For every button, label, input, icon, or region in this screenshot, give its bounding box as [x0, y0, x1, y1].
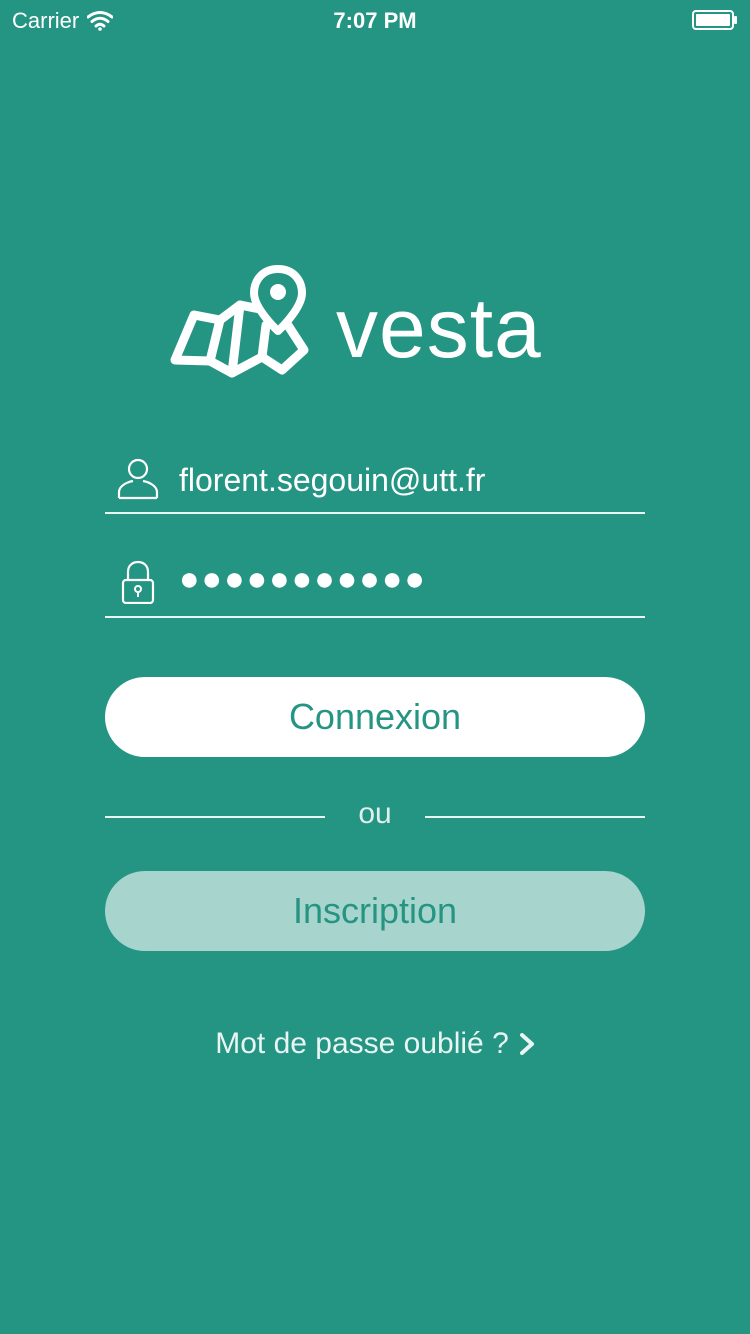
lock-icon [121, 560, 155, 604]
battery-icon [692, 10, 737, 30]
password-input[interactable]: ●●●●●●●●●●● [179, 560, 639, 616]
status-time: 7:07 PM [333, 8, 417, 33]
forgot-password-link[interactable]: Mot de passe oublié ? [0, 1027, 750, 1061]
app-name: vesta [336, 280, 542, 375]
app-logo: vesta [170, 265, 590, 380]
divider-line-right [425, 816, 645, 818]
map-pin-icon [170, 265, 309, 378]
divider-text: ou [358, 797, 392, 830]
email-field[interactable] [105, 452, 645, 514]
chevron-right-icon [519, 1033, 534, 1055]
status-bar: Carrier 7:07 PM [0, 0, 750, 40]
divider: ou [105, 797, 645, 837]
login-button[interactable]: Connexion [105, 677, 645, 757]
email-input[interactable] [179, 452, 639, 508]
user-icon [117, 458, 159, 500]
forgot-password-label: Mot de passe oublié ? [215, 1027, 509, 1060]
signup-button[interactable]: Inscription [105, 871, 645, 951]
password-field[interactable]: ●●●●●●●●●●● [105, 556, 645, 618]
